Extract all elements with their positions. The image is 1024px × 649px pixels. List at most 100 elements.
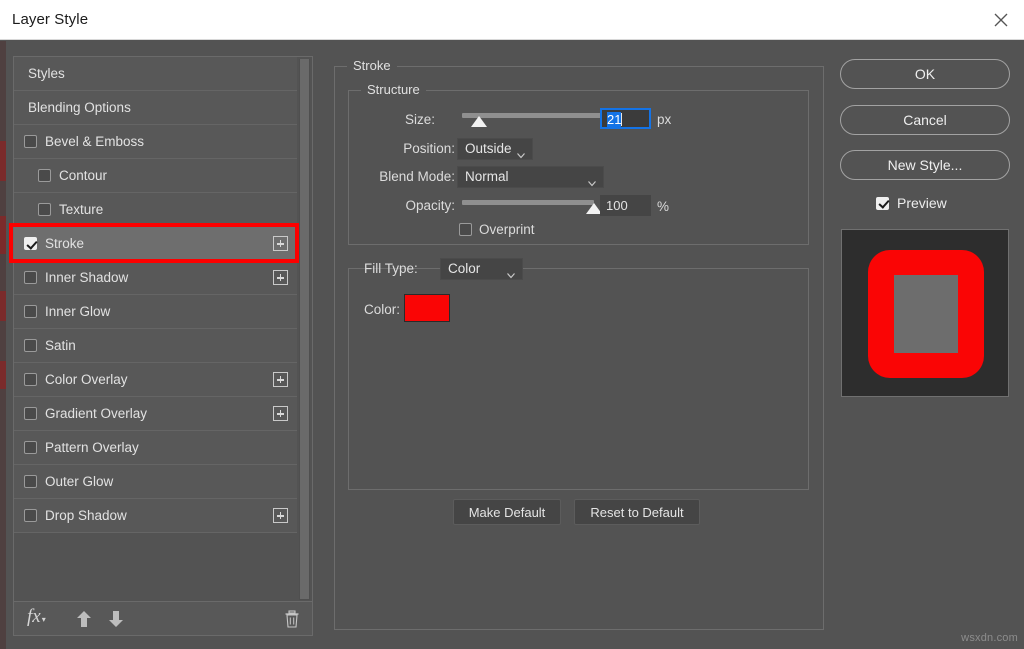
preview-label: Preview <box>897 195 947 211</box>
size-input-value: 21 <box>607 112 621 127</box>
opacity-label: Opacity: <box>348 198 455 213</box>
styles-list-scrollbar[interactable] <box>299 59 310 600</box>
preview-toggle-row[interactable]: Preview <box>876 195 947 211</box>
add-effect-plus-icon[interactable] <box>273 406 288 421</box>
add-effect-plus-icon[interactable] <box>273 372 288 387</box>
fx-icon[interactable]: fx▾ <box>27 606 41 628</box>
size-label: Size: <box>348 112 435 127</box>
preview-checkbox[interactable] <box>876 197 889 210</box>
style-checkbox-satin[interactable] <box>24 339 37 352</box>
fill-type-dropdown[interactable]: Color <box>440 258 523 280</box>
blend-mode-dropdown[interactable]: Normal <box>457 166 604 188</box>
window-title: Layer Style <box>12 11 88 28</box>
style-row-label: Inner Shadow <box>45 270 128 285</box>
style-checkbox-pattern-overlay[interactable] <box>24 441 37 454</box>
size-slider-thumb[interactable] <box>471 116 487 127</box>
style-row-blending-options[interactable]: Blending Options <box>14 91 297 125</box>
style-row-label: Stroke <box>45 236 84 251</box>
stroke-group-title: Stroke <box>347 58 397 73</box>
size-unit: px <box>657 112 671 127</box>
style-row-contour[interactable]: Contour <box>14 159 297 193</box>
style-row-pattern-overlay[interactable]: Pattern Overlay <box>14 431 297 465</box>
style-row-label: Bevel & Emboss <box>45 134 144 149</box>
cancel-button[interactable]: Cancel <box>840 105 1010 135</box>
style-checkbox-contour[interactable] <box>38 169 51 182</box>
style-row-satin[interactable]: Satin <box>14 329 297 363</box>
overprint-row[interactable]: Overprint <box>459 222 535 237</box>
structure-group-title: Structure <box>361 82 426 97</box>
styles-list-panel: Styles Blending Options Bevel & Emboss Cont… <box>13 56 313 636</box>
preview-thumbnail <box>841 229 1009 397</box>
style-row-color-overlay[interactable]: Color Overlay <box>14 363 297 397</box>
trash-icon[interactable] <box>284 610 300 628</box>
chevron-down-icon <box>507 266 515 274</box>
style-row-gradient-overlay[interactable]: Gradient Overlay <box>14 397 297 431</box>
style-checkbox-outer-glow[interactable] <box>24 475 37 488</box>
title-bar: Layer Style <box>0 0 1024 40</box>
position-value: Outside <box>465 141 512 156</box>
style-row-label: Contour <box>59 168 107 183</box>
style-row-inner-shadow[interactable]: Inner Shadow <box>14 261 297 295</box>
new-style-button[interactable]: New Style... <box>840 150 1010 180</box>
watermark: wsxdn.com <box>961 632 1018 644</box>
opacity-slider-track[interactable] <box>462 200 594 205</box>
style-checkbox-stroke[interactable] <box>24 237 37 250</box>
style-checkbox-color-overlay[interactable] <box>24 373 37 386</box>
style-checkbox-texture[interactable] <box>38 203 51 216</box>
opacity-slider[interactable] <box>462 197 594 215</box>
arrow-down-icon[interactable] <box>108 610 124 628</box>
add-effect-plus-icon[interactable] <box>273 236 288 251</box>
make-default-button[interactable]: Make Default <box>453 499 561 525</box>
style-checkbox-inner-shadow[interactable] <box>24 271 37 284</box>
style-checkbox-bevel-emboss[interactable] <box>24 135 37 148</box>
overprint-checkbox[interactable] <box>459 223 472 236</box>
style-row-drop-shadow[interactable]: Drop Shadow <box>14 499 297 533</box>
color-label: Color: <box>364 302 400 317</box>
blend-mode-label: Blend Mode: <box>348 169 455 184</box>
chevron-down-icon <box>517 146 525 154</box>
style-row-bevel-emboss[interactable]: Bevel & Emboss <box>14 125 297 159</box>
layer-style-dialog: Layer Style Styles Blending Options Bevel … <box>0 0 1024 649</box>
position-label: Position: <box>348 141 455 156</box>
opacity-unit: % <box>657 199 669 214</box>
preview-fill-shape <box>894 275 958 353</box>
reset-to-default-button[interactable]: Reset to Default <box>574 499 700 525</box>
style-row-texture[interactable]: Texture <box>14 193 297 227</box>
styles-list[interactable]: Styles Blending Options Bevel & Emboss Cont… <box>14 57 297 602</box>
add-effect-plus-icon[interactable] <box>273 508 288 523</box>
style-row-label: Gradient Overlay <box>45 406 147 421</box>
size-slider[interactable] <box>462 110 617 128</box>
add-effect-plus-icon[interactable] <box>273 270 288 285</box>
size-input[interactable]: 21 <box>600 108 651 129</box>
style-row-label: Inner Glow <box>45 304 110 319</box>
style-row-label: Drop Shadow <box>45 508 127 523</box>
style-row-outer-glow[interactable]: Outer Glow <box>14 465 297 499</box>
ok-button[interactable]: OK <box>840 59 1010 89</box>
position-dropdown[interactable]: Outside <box>457 138 533 160</box>
fill-type-label: Fill Type: <box>364 261 418 276</box>
style-row-inner-glow[interactable]: Inner Glow <box>14 295 297 329</box>
style-row-label: Texture <box>59 202 103 217</box>
scrollbar-thumb[interactable] <box>300 59 309 599</box>
text-caret <box>621 113 622 126</box>
blend-mode-value: Normal <box>465 169 509 184</box>
arrow-up-icon[interactable] <box>76 610 92 628</box>
style-row-styles[interactable]: Styles <box>14 57 297 91</box>
close-icon[interactable] <box>978 0 1024 39</box>
style-row-label: Color Overlay <box>45 372 128 387</box>
fill-type-value: Color <box>448 261 480 276</box>
style-checkbox-gradient-overlay[interactable] <box>24 407 37 420</box>
overprint-label: Overprint <box>479 222 535 237</box>
stroke-color-swatch[interactable] <box>404 294 450 322</box>
chevron-down-icon <box>588 174 596 182</box>
style-checkbox-inner-glow[interactable] <box>24 305 37 318</box>
style-row-stroke[interactable]: Stroke <box>14 227 297 261</box>
styles-list-footer: fx▾ <box>14 601 312 635</box>
style-row-label: Styles <box>28 66 65 81</box>
style-checkbox-drop-shadow[interactable] <box>24 509 37 522</box>
opacity-input[interactable]: 100 <box>600 195 651 216</box>
style-row-label: Pattern Overlay <box>45 440 139 455</box>
style-row-label: Blending Options <box>28 100 131 115</box>
style-row-label: Outer Glow <box>45 474 113 489</box>
preview-stroke-shape <box>868 250 984 378</box>
